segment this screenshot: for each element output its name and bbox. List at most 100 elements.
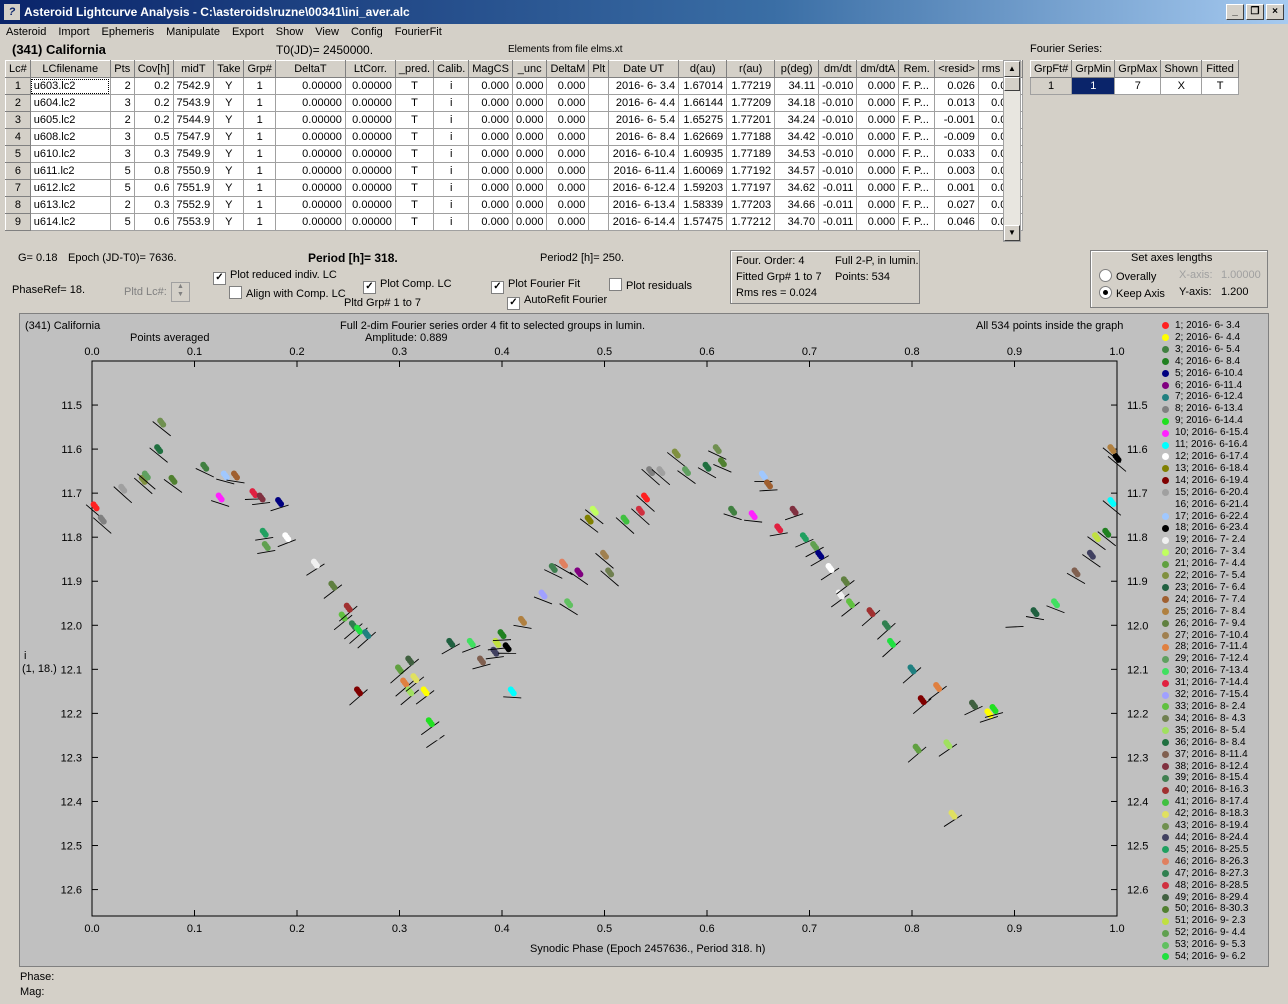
table-cell[interactable]: 0.000: [856, 196, 900, 214]
menu-import[interactable]: Import: [52, 24, 95, 41]
table-cell[interactable]: 0.000: [856, 145, 900, 163]
table-cell[interactable]: -0.010: [818, 162, 858, 180]
fourier-column-header[interactable]: Shown: [1160, 60, 1203, 78]
table-cell[interactable]: 1.77188: [726, 128, 776, 146]
keep-axis-radio[interactable]: Keep Axis: [1099, 286, 1165, 300]
table-cell[interactable]: [588, 162, 610, 180]
table-cell[interactable]: 0.000: [511, 111, 548, 129]
table-cell[interactable]: T: [394, 77, 435, 95]
fourier-cell[interactable]: X: [1160, 77, 1203, 95]
table-row[interactable]: 7 u612.lc2 5 0.6 7551.9 Y 1 0.00000 0.00000 Ti 0.0…: [5, 179, 1023, 197]
menu-export[interactable]: Export: [226, 24, 270, 41]
table-cell[interactable]: u612.lc2: [29, 179, 111, 197]
table-cell[interactable]: 2016- 6-11.4: [608, 162, 680, 180]
table-cell[interactable]: [588, 111, 610, 129]
table-cell[interactable]: 1: [243, 77, 276, 95]
table-cell[interactable]: 1.58339: [678, 196, 728, 214]
table-cell[interactable]: Y: [213, 128, 245, 146]
table-cell[interactable]: 0.6: [133, 179, 174, 197]
table-cell[interactable]: -0.010: [818, 77, 858, 95]
table-cell[interactable]: 0.00000: [274, 77, 346, 95]
plot-fourier-checkbox[interactable]: ✓ Plot Fourier Fit: [491, 278, 580, 294]
table-cell[interactable]: 0.000: [468, 128, 513, 146]
table-cell[interactable]: 3: [109, 145, 135, 163]
table-cell[interactable]: 0.000: [546, 196, 590, 214]
table-cell[interactable]: -0.009: [934, 128, 979, 146]
column-header[interactable]: Date UT: [608, 60, 680, 78]
table-cell[interactable]: i: [433, 94, 470, 112]
table-cell[interactable]: 0.000: [511, 162, 548, 180]
overally-radio[interactable]: Overally: [1099, 269, 1156, 283]
table-cell[interactable]: 2016- 6-13.4: [608, 196, 680, 214]
table-row[interactable]: 8 u613.lc2 2 0.3 7552.9 Y 1 0.00000 0.00000 Ti 0.0…: [5, 196, 1023, 214]
table-cell[interactable]: 0.3: [133, 196, 174, 214]
table-cell[interactable]: 0.2: [133, 77, 174, 95]
table-cell[interactable]: 7: [5, 179, 31, 197]
table-cell[interactable]: 0.000: [511, 179, 548, 197]
table-cell[interactable]: -0.011: [818, 179, 858, 197]
table-row[interactable]: 6 u611.lc2 5 0.8 7550.9 Y 1 0.00000 0.00000 Ti 0.0…: [5, 162, 1023, 180]
column-header[interactable]: MagCS: [468, 60, 513, 78]
table-cell[interactable]: Y: [213, 145, 245, 163]
lightcurve-plot[interactable]: 0.0 0.0 0.1 0.1 0.2 0.2 0.3 0.3 0.4 0.4 0.5 0.5 0.6 0…: [19, 313, 1269, 967]
table-cell[interactable]: 0.000: [468, 77, 513, 95]
fourier-column-header[interactable]: GrpMin: [1071, 60, 1116, 78]
table-cell[interactable]: 1.77212: [726, 213, 776, 231]
table-cell[interactable]: T: [394, 111, 435, 129]
table-cell[interactable]: 34.70: [774, 213, 820, 231]
table-cell[interactable]: 0.000: [511, 128, 548, 146]
table-cell[interactable]: 34.24: [774, 111, 820, 129]
column-header[interactable]: DeltaT: [274, 60, 346, 78]
table-cell[interactable]: Y: [213, 94, 245, 112]
table-cell[interactable]: 0.000: [546, 111, 590, 129]
table-cell[interactable]: 0.000: [468, 145, 513, 163]
close-button[interactable]: ×: [1266, 4, 1284, 20]
minimize-button[interactable]: _: [1226, 4, 1244, 20]
table-cell[interactable]: -0.011: [818, 213, 858, 231]
table-cell[interactable]: u614.lc2: [29, 213, 111, 231]
column-header[interactable]: Take: [213, 60, 245, 78]
table-cell[interactable]: F. P...: [898, 179, 936, 197]
phaseref-value[interactable]: PhaseRef= 18.: [12, 284, 85, 296]
table-row[interactable]: 1 u603.lc2 2 0.2 7542.9 Y 1 0.00000 0.00000 Ti 0.0…: [5, 77, 1023, 95]
table-cell[interactable]: 5: [109, 179, 135, 197]
table-cell[interactable]: 0.033: [934, 145, 979, 163]
table-cell[interactable]: 0.000: [468, 213, 513, 231]
period2-value[interactable]: Period2 [h]= 250.: [540, 252, 624, 264]
table-cell[interactable]: 1.59203: [678, 179, 728, 197]
table-cell[interactable]: 1: [243, 196, 276, 214]
table-cell[interactable]: 2016- 6- 3.4: [608, 77, 680, 95]
table-cell[interactable]: 2016- 6- 5.4: [608, 111, 680, 129]
table-cell[interactable]: 1: [243, 145, 276, 163]
table-cell[interactable]: 0.001: [934, 179, 979, 197]
table-cell[interactable]: 8: [5, 196, 31, 214]
table-cell[interactable]: i: [433, 111, 470, 129]
table-cell[interactable]: T: [394, 145, 435, 163]
plot-reduced-checkbox[interactable]: ✓ Plot reduced indiv. LC: [213, 269, 337, 285]
table-row[interactable]: 4 u608.lc2 3 0.5 7547.9 Y 1 0.00000 0.00000 Ti 0.0…: [5, 128, 1023, 146]
column-header[interactable]: Pts: [109, 60, 135, 78]
table-cell[interactable]: 0.2: [133, 111, 174, 129]
table-cell[interactable]: i: [433, 162, 470, 180]
table-cell[interactable]: 1.77192: [726, 162, 776, 180]
table-cell[interactable]: 0.000: [468, 111, 513, 129]
table-cell[interactable]: 0.00000: [344, 111, 396, 129]
column-header[interactable]: <resid>: [934, 60, 979, 78]
table-cell[interactable]: 1.57475: [678, 213, 728, 231]
table-cell[interactable]: 0.000: [546, 128, 590, 146]
table-cell[interactable]: 3: [5, 111, 31, 129]
table-cell[interactable]: 0.000: [511, 196, 548, 214]
table-cell[interactable]: 0.00000: [274, 196, 346, 214]
table-cell[interactable]: 2: [109, 196, 135, 214]
table-cell[interactable]: 34.11: [774, 77, 820, 95]
fourier-cell[interactable]: 1: [1029, 77, 1073, 95]
table-cell[interactable]: 0.00000: [344, 128, 396, 146]
column-header[interactable]: _pred.: [394, 60, 435, 78]
table-cell[interactable]: [588, 128, 610, 146]
table-cell[interactable]: 1.77201: [726, 111, 776, 129]
table-cell[interactable]: u611.lc2: [29, 162, 111, 180]
menu-ephemeris[interactable]: Ephemeris: [96, 24, 161, 41]
table-cell[interactable]: 1: [243, 111, 276, 129]
table-cell[interactable]: T: [394, 94, 435, 112]
table-cell[interactable]: 1.62669: [678, 128, 728, 146]
